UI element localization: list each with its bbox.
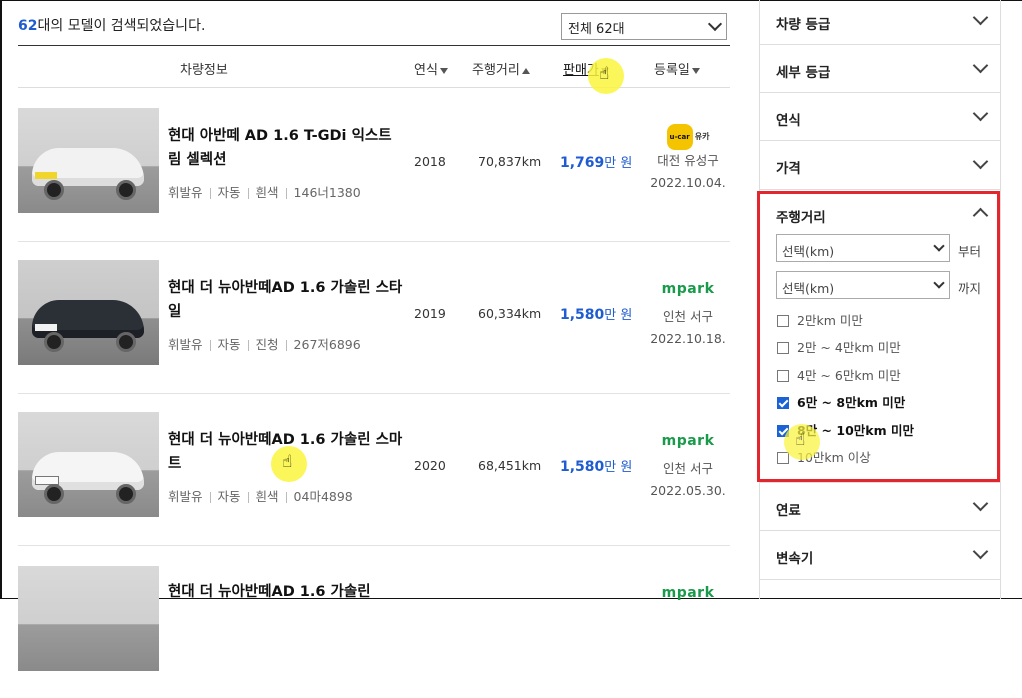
filter-section-price[interactable]: 가격: [760, 141, 1000, 190]
column-header-date[interactable]: 등록일: [654, 59, 700, 78]
filter-section-sub-grade[interactable]: 세부 등급: [760, 45, 1000, 93]
dealer-info: mpark 인천 서구 2022.10.18.: [648, 278, 728, 350]
chevron-down-icon: [707, 16, 723, 32]
listing-row[interactable]: 현대 더 뉴아반떼AD 1.6 가솔린 스타일 휘발유 자동 진청 267저6896 …: [18, 241, 730, 394]
chevron-down-icon: [972, 153, 989, 170]
listing-row[interactable]: 현대 더 뉴아반떼AD 1.6 가솔린 스마트 휘발유 자동 흰색 04마4898 2…: [18, 393, 730, 546]
cursor-highlight: ☝: [271, 446, 307, 482]
chevron-down-icon: [972, 9, 989, 26]
hand-pointer-icon: ☝: [795, 430, 806, 450]
listing-specs: 휘발유 자동 흰색 04마4898: [168, 489, 353, 504]
dealer-logo: mpark: [661, 281, 715, 297]
hand-pointer-icon: ☝: [282, 452, 293, 472]
results-panel: 62대의 모델이 검색되었습니다. 전체 62대 차량정보 연식 주행거리 판매…: [18, 0, 730, 671]
listing-title[interactable]: 현대 아반떼 AD 1.6 T-GDi 익스트림 셀렉션: [168, 124, 403, 172]
dealer-logo: u-car 유카: [666, 124, 709, 150]
car-photo[interactable]: [18, 566, 159, 671]
chevron-down-icon: [972, 57, 989, 74]
sort-select[interactable]: 전체 62대: [561, 13, 727, 40]
sort-down-icon: [439, 67, 448, 74]
chevron-down-icon: [972, 105, 989, 122]
cursor-highlight: ☝: [784, 424, 820, 460]
car-photo[interactable]: [18, 412, 159, 517]
listing-year: 2018: [414, 154, 446, 169]
listing-mileage: 70,837km: [478, 154, 542, 169]
dealer-info: mpark: [648, 582, 728, 604]
listing-price: 1,580만 원: [560, 459, 633, 475]
column-header-year[interactable]: 연식: [414, 59, 448, 78]
car-photo[interactable]: [18, 108, 159, 213]
dealer-info: mpark 인천 서구 2022.05.30.: [648, 430, 728, 502]
cursor-highlight: ☝: [588, 58, 624, 94]
filter-section-grade[interactable]: 차량 등급: [760, 0, 1000, 45]
filter-section-year[interactable]: 연식: [760, 93, 1000, 141]
listing-specs: 휘발유 자동 진청 267저6896: [168, 337, 361, 352]
listing-price: 1,769만 원: [560, 155, 633, 171]
listing-year: 2020: [414, 458, 446, 473]
filter-section-fuel[interactable]: 연료: [760, 482, 1000, 531]
header-divider: [18, 45, 730, 46]
chevron-down-icon: [972, 495, 989, 512]
chevron-down-icon: [972, 543, 989, 560]
listing-mileage: 60,334km: [478, 306, 542, 321]
listing-mileage: 68,451km: [478, 458, 542, 473]
filter-section-transmission[interactable]: 변속기: [760, 531, 1000, 580]
listing-title[interactable]: 현대 더 뉴아반떼AD 1.6 가솔린: [168, 580, 403, 604]
listing-row[interactable]: 현대 아반떼 AD 1.6 T-GDi 익스트림 셀렉션 휘발유 자동 흰색 146너…: [18, 89, 730, 242]
listing-title[interactable]: 현대 더 뉴아반떼AD 1.6 가솔린 스타일: [168, 276, 403, 324]
hand-pointer-icon: ☝: [599, 64, 610, 84]
listing-year: 2019: [414, 306, 446, 321]
listing-specs: 휘발유 자동 흰색 146너1380: [168, 185, 361, 200]
dealer-logo: mpark: [661, 585, 715, 601]
car-photo[interactable]: [18, 260, 159, 365]
dealer-info: u-car 유카 대전 유성구 2022.10.04.: [648, 124, 728, 194]
result-count: 62대의 모델이 검색되었습니다.: [18, 18, 206, 34]
column-header-info: 차량정보: [180, 63, 228, 78]
sort-up-icon: [521, 67, 530, 74]
listing-row[interactable]: 현대 더 뉴아반떼AD 1.6 가솔린 mpark: [18, 546, 730, 698]
listing-price: 1,580만 원: [560, 307, 633, 323]
header-bottom-divider: [18, 87, 730, 88]
sort-down-icon: [691, 67, 700, 74]
dealer-logo: mpark: [661, 433, 715, 449]
column-header-mileage[interactable]: 주행거리: [472, 59, 530, 78]
